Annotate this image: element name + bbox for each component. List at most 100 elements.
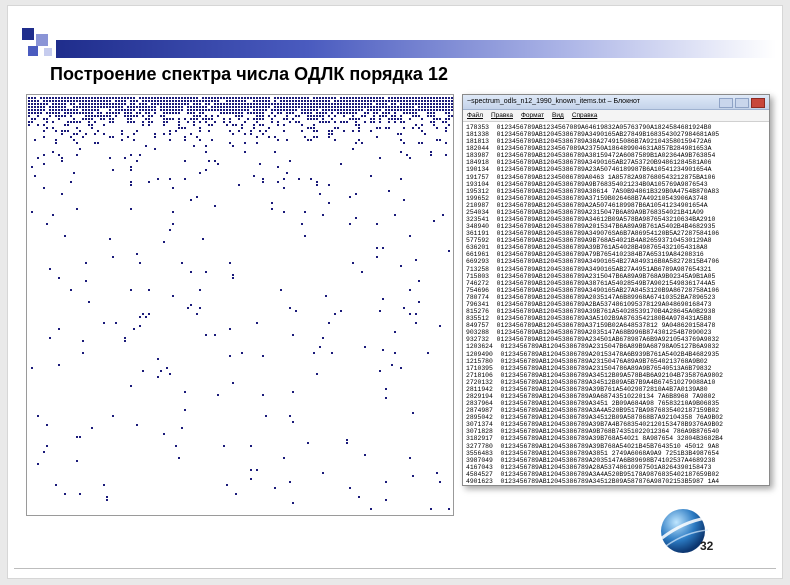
scatter-point <box>31 100 33 102</box>
scatter-point <box>286 115 288 117</box>
scatter-point <box>349 100 351 102</box>
scatter-point <box>37 112 39 114</box>
scatter-point <box>328 115 330 117</box>
scatter-point <box>229 130 231 132</box>
scatter-point <box>160 370 162 372</box>
notepad-titlebar[interactable]: ~spectrum_odls_n12_1990_known_items.txt … <box>463 95 769 110</box>
scatter-point <box>130 115 132 117</box>
scatter-point <box>73 118 75 120</box>
scatter-point <box>100 100 102 102</box>
notepad-line: 2895042 0123456789AB12045386789A34512B09… <box>466 414 723 422</box>
scatter-point <box>163 106 165 108</box>
scatter-point <box>79 436 81 438</box>
scatter-point <box>211 97 213 99</box>
scatter-point <box>223 445 225 447</box>
scatter-point <box>124 340 126 342</box>
scatter-point <box>91 124 93 126</box>
notepad-line: 815276 0123456789AB12045386789A39B761A54… <box>466 308 716 316</box>
scatter-point <box>229 100 231 102</box>
scatter-point <box>145 106 147 108</box>
scatter-point <box>292 103 294 105</box>
scatter-point <box>118 109 120 111</box>
menu-format[interactable]: Формат <box>521 110 544 121</box>
scatter-point <box>178 457 180 459</box>
scatter-point <box>103 484 105 486</box>
scatter-point <box>151 100 153 102</box>
scatter-point <box>292 502 294 504</box>
scatter-point <box>202 118 204 120</box>
scatter-point <box>223 103 225 105</box>
scatter-point <box>130 166 132 168</box>
scatter-point <box>76 133 78 135</box>
scatter-point <box>196 100 198 102</box>
scatter-point <box>403 307 405 309</box>
scatter-point <box>445 100 447 102</box>
scatter-point <box>205 109 207 111</box>
scatter-point <box>277 106 279 108</box>
scatter-point <box>379 121 381 123</box>
scatter-point <box>322 97 324 99</box>
scatter-point <box>352 106 354 108</box>
scatter-point <box>394 214 396 216</box>
scatter-point <box>370 121 372 123</box>
scatter-point <box>49 100 51 102</box>
scatter-point <box>64 106 66 108</box>
scatter-point <box>256 97 258 99</box>
scatter-point <box>244 151 246 153</box>
scatter-point <box>250 133 252 135</box>
menu-file[interactable]: Файл <box>467 110 483 121</box>
scatter-point <box>451 106 453 108</box>
scatter-point <box>277 109 279 111</box>
scatter-point <box>325 109 327 111</box>
scatter-point <box>100 118 102 120</box>
scatter-point <box>412 112 414 114</box>
scatter-point <box>409 313 411 315</box>
scatter-point <box>316 109 318 111</box>
scatter-point <box>166 97 168 99</box>
scatter-point <box>112 169 114 171</box>
scatter-point <box>313 109 315 111</box>
scatter-point <box>352 112 354 114</box>
scatter-point <box>286 109 288 111</box>
close-button[interactable] <box>751 98 765 108</box>
scatter-point <box>28 112 30 114</box>
scatter-point <box>340 103 342 105</box>
menu-edit[interactable]: Правка <box>491 110 513 121</box>
scatter-point <box>358 109 360 111</box>
scatter-point <box>424 106 426 108</box>
scatter-point <box>178 127 180 129</box>
maximize-button[interactable] <box>735 98 749 108</box>
scatter-point <box>394 103 396 105</box>
scatter-point <box>268 127 270 129</box>
scatter-point <box>238 130 240 132</box>
scatter-point <box>61 109 63 111</box>
scatter-point <box>70 136 72 138</box>
notepad-text-area[interactable]: 178353 0123456789AB1234567089A64619832A0… <box>463 122 769 485</box>
scatter-point <box>385 109 387 111</box>
scatter-point <box>172 112 174 114</box>
scatter-point <box>238 184 240 186</box>
scatter-point <box>43 103 45 105</box>
minimize-button[interactable] <box>719 98 733 108</box>
scatter-point <box>250 103 252 105</box>
scatter-point <box>322 103 324 105</box>
menu-view[interactable]: Вид <box>552 110 564 121</box>
scatter-point <box>166 100 168 102</box>
scatter-point <box>229 97 231 99</box>
menu-help[interactable]: Справка <box>572 110 598 121</box>
scatter-point <box>187 307 189 309</box>
scatter-point <box>97 97 99 99</box>
scatter-point <box>82 100 84 102</box>
scatter-point <box>400 151 402 153</box>
scatter-point <box>373 106 375 108</box>
scatter-point <box>202 97 204 99</box>
scatter-point <box>250 112 252 114</box>
scatter-point <box>427 115 429 117</box>
scatter-point <box>310 103 312 105</box>
scatter-point <box>130 289 132 291</box>
scatter-point <box>247 97 249 99</box>
scatter-point <box>442 97 444 99</box>
scatter-point <box>40 106 42 108</box>
scatter-point <box>382 349 384 351</box>
scatter-point <box>52 151 54 153</box>
